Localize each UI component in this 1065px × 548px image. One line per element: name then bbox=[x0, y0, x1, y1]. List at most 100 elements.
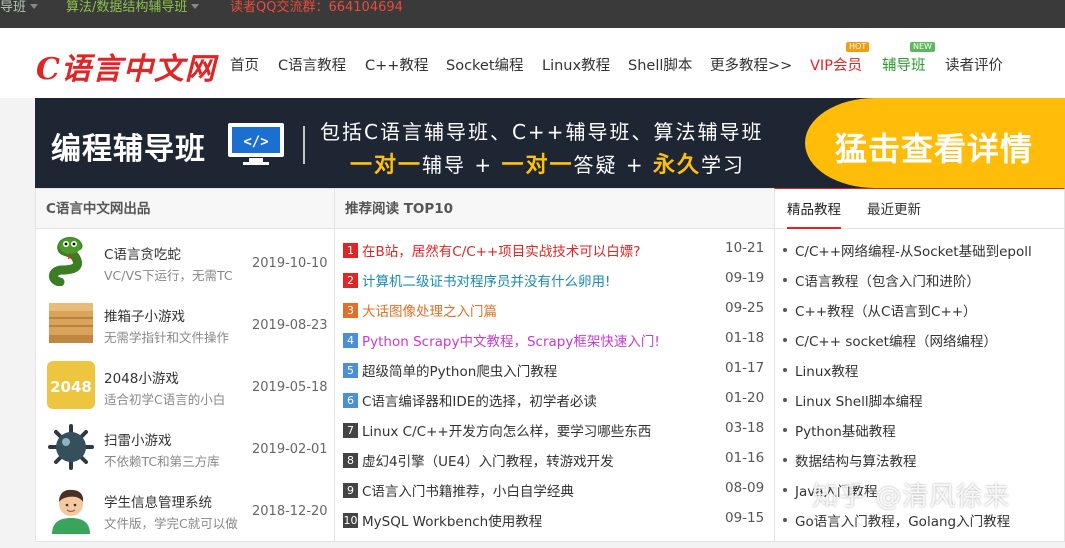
top10-row[interactable]: 8 虚幻4引擎（UE4）入门教程，转游戏开发 01-16 bbox=[343, 446, 768, 476]
list-item[interactable]: 2048 2048小游戏 适合初学C语言的小白 2019-05-18 bbox=[36, 354, 334, 416]
banner-highlight-1: 一对一 bbox=[350, 153, 423, 178]
game-date: 2018-12-20 bbox=[252, 504, 328, 519]
top-bar: 导班 算法/数据结构辅导班 读者QQ交流群：664104694 bbox=[0, 0, 1065, 28]
rank-badge: 1 bbox=[343, 243, 358, 258]
article-date: 01-18 bbox=[725, 330, 765, 346]
article-title[interactable]: 计算机二级证书对程序员并没有什么卵用! bbox=[362, 270, 722, 290]
tutorial-link[interactable]: Linux Shell脚本编程 bbox=[783, 386, 1063, 416]
top10-row[interactable]: 10 MySQL Workbench使用教程 09-15 bbox=[343, 506, 768, 536]
bullet-icon bbox=[783, 458, 787, 462]
top10-row[interactable]: 4 Python Scrapy中文教程，Scrapy框架快速入门! 01-18 bbox=[343, 326, 768, 356]
student-icon bbox=[52, 489, 90, 534]
top10-row[interactable]: 1 在B站，居然有C/C++项目实战技术可以白嫖? 10-21 bbox=[343, 236, 768, 266]
article-title[interactable]: C语言编译器和IDE的选择，初学者必读 bbox=[362, 390, 722, 410]
article-title[interactable]: 超级简单的Python爬虫入门教程 bbox=[362, 360, 722, 380]
promo-banner[interactable]: 编程辅导班 </> 包括C语言辅导班、C++辅导班、算法辅导班 一对一辅导 + … bbox=[35, 98, 1065, 188]
bullet-icon bbox=[783, 278, 787, 282]
game-title: 推箱子小游戏 bbox=[104, 309, 185, 325]
tutorial-link-label: Linux教程 bbox=[795, 364, 859, 380]
tutorial-link[interactable]: C/C++网络编程-从Socket基础到epoll bbox=[783, 236, 1063, 266]
game-title: 学生信息管理系统 bbox=[104, 495, 212, 511]
nav-tutoring[interactable]: 辅导班 bbox=[882, 54, 926, 75]
article-title[interactable]: Linux C/C++开发方向怎么样，要学习哪些东西 bbox=[362, 420, 722, 440]
top10-row[interactable]: 5 超级简单的Python爬虫入门教程 01-17 bbox=[343, 356, 768, 386]
nav-vip[interactable]: VIP会员 bbox=[810, 54, 862, 75]
article-title[interactable]: 虚幻4引擎（UE4）入门教程，转游戏开发 bbox=[362, 450, 722, 470]
article-date: 09-25 bbox=[725, 300, 765, 316]
game-desc: 不依赖TC和第三方库 bbox=[104, 454, 220, 469]
tutorial-link[interactable]: C语言教程（包含入门和进阶） bbox=[783, 266, 1063, 296]
article-title[interactable]: 大话图像处理之入门篇 bbox=[362, 300, 722, 320]
top10-row[interactable]: 6 C语言编译器和IDE的选择，初学者必读 01-20 bbox=[343, 386, 768, 416]
chevron-down-icon bbox=[30, 4, 39, 9]
2048-icon: 2048 bbox=[47, 361, 95, 409]
site-logo[interactable]: C语言中文网 bbox=[36, 44, 216, 88]
rank-badge: 2 bbox=[343, 273, 358, 288]
tutorial-link-label: Go语言入门教程，Golang入门教程 bbox=[795, 514, 1011, 530]
topbar-class-menu[interactable]: 导班 bbox=[0, 0, 39, 18]
tutorial-link-label: Linux Shell脚本编程 bbox=[795, 394, 923, 410]
top10-panel: 推荐阅读 TOP10 1 在B站，居然有C/C++项目实战技术可以白嫖? 10-21… bbox=[334, 188, 775, 542]
tutorial-link[interactable]: C++教程（从C语言到C++） bbox=[783, 296, 1063, 326]
article-date: 08-09 bbox=[725, 480, 765, 496]
tutorial-link-label: 数据结构与算法教程 bbox=[795, 454, 917, 470]
top10-row[interactable]: 7 Linux C/C++开发方向怎么样，要学习哪些东西 03-18 bbox=[343, 416, 768, 446]
list-item[interactable]: 推箱子小游戏 无需学指针和文件操作 2019-08-23 bbox=[36, 292, 334, 354]
article-date: 01-20 bbox=[725, 390, 765, 406]
topbar-algo-menu[interactable]: 算法/数据结构辅导班 bbox=[66, 0, 200, 18]
article-title[interactable]: C语言入门书籍推荐，小白自学经典 bbox=[362, 480, 722, 500]
game-desc: VC/VS下运行，无需TC bbox=[104, 268, 233, 283]
rank-badge: 6 bbox=[343, 393, 358, 408]
nav-more[interactable]: 更多教程>> bbox=[710, 54, 792, 75]
banner-highlight-3: 永久 bbox=[653, 153, 702, 178]
bullet-icon bbox=[783, 248, 787, 252]
bullet-icon bbox=[783, 518, 787, 522]
rank-badge: 8 bbox=[343, 453, 358, 468]
banner-line1: 包括C语言辅导班、C++辅导班、算法辅导班 bbox=[320, 120, 764, 144]
list-item[interactable]: C语言贪吃蛇 VC/VS下运行，无需TC 2019-10-10 bbox=[36, 230, 334, 292]
tutorial-link-label: C++教程（从C语言到C++） bbox=[795, 304, 977, 320]
new-badge: NEW bbox=[910, 42, 935, 52]
snake-icon bbox=[49, 237, 83, 286]
article-title[interactable]: Python Scrapy中文教程，Scrapy框架快速入门! bbox=[362, 330, 722, 350]
nav-shell[interactable]: Shell脚本 bbox=[628, 54, 692, 75]
nav-cpp-tutorial[interactable]: C++教程 bbox=[365, 54, 428, 75]
tutorials-tabs: 精品教程 最近更新 bbox=[775, 189, 1064, 229]
tutorial-link[interactable]: 数据结构与算法教程 bbox=[783, 446, 1063, 476]
tutorial-link[interactable]: C/C++ socket编程（网络编程） bbox=[783, 326, 1063, 356]
top10-row[interactable]: 3 大话图像处理之入门篇 09-25 bbox=[343, 296, 768, 326]
banner-text-3: 学习 bbox=[701, 153, 746, 177]
game-title: 扫雷小游戏 bbox=[104, 433, 172, 449]
tab-recent[interactable]: 最近更新 bbox=[867, 189, 921, 229]
nav-reviews[interactable]: 读者评价 bbox=[945, 54, 1003, 75]
hot-badge: HOT bbox=[846, 42, 870, 52]
nav-linux[interactable]: Linux教程 bbox=[542, 54, 610, 75]
list-item[interactable]: 扫雷小游戏 不依赖TC和第三方库 2019-02-01 bbox=[36, 416, 334, 478]
article-date: 09-15 bbox=[725, 510, 765, 526]
top10-row[interactable]: 9 C语言入门书籍推荐，小白自学经典 08-09 bbox=[343, 476, 768, 506]
article-title[interactable]: 在B站，居然有C/C++项目实战技术可以白嫖? bbox=[362, 240, 722, 260]
article-title[interactable]: MySQL Workbench使用教程 bbox=[362, 510, 722, 530]
tutorial-link[interactable]: Linux教程 bbox=[783, 356, 1063, 386]
rank-badge: 3 bbox=[343, 303, 358, 318]
tutorial-link[interactable]: Python基础教程 bbox=[783, 416, 1063, 446]
svg-text:</>: </> bbox=[243, 134, 268, 150]
bullet-icon bbox=[783, 368, 787, 372]
top10-row[interactable]: 2 计算机二级证书对程序员并没有什么卵用! 09-19 bbox=[343, 266, 768, 296]
list-item[interactable]: 学生信息管理系统 文件版，学完C就可以做 2018-12-20 bbox=[36, 478, 334, 540]
nav-c-tutorial[interactable]: C语言教程 bbox=[278, 54, 346, 75]
tutorial-link-label: Python基础教程 bbox=[795, 424, 896, 440]
top10-panel-title: 推荐阅读 TOP10 bbox=[335, 189, 774, 229]
topbar-qq-group[interactable]: 读者QQ交流群：664104694 bbox=[230, 0, 403, 18]
bullet-icon bbox=[783, 488, 787, 492]
code-monitor-icon: </> bbox=[228, 123, 284, 165]
game-desc: 无需学指针和文件操作 bbox=[104, 330, 230, 345]
nav-home[interactable]: 首页 bbox=[230, 54, 259, 75]
tab-featured[interactable]: 精品教程 bbox=[787, 189, 841, 229]
rank-badge: 9 bbox=[343, 483, 358, 498]
site-header: C语言中文网 首页 C语言教程 C++教程 Socket编程 Linux教程 S… bbox=[0, 28, 1065, 98]
game-title: 2048小游戏 bbox=[104, 371, 179, 387]
game-title: C语言贪吃蛇 bbox=[104, 247, 181, 263]
nav-socket[interactable]: Socket编程 bbox=[446, 54, 524, 75]
banner-cta-button[interactable]: 猛击查看详情 bbox=[805, 98, 1065, 188]
